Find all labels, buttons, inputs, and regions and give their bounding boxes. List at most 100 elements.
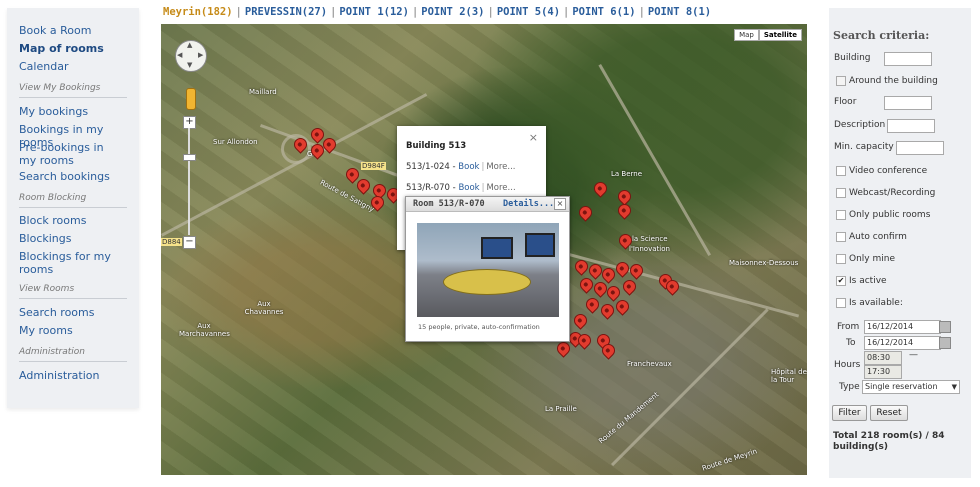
- map-type-satellite-button[interactable]: Satellite: [758, 29, 802, 41]
- room-pin[interactable]: [576, 203, 595, 222]
- only-public-rooms-checkbox[interactable]: [836, 210, 846, 220]
- room-pin[interactable]: [598, 301, 617, 320]
- room-preview-popup: Room 513/R-070 Details... × 15 people, p…: [405, 196, 570, 342]
- only-public-rooms-label: Only public rooms: [849, 210, 931, 220]
- nav-calendar[interactable]: Calendar: [7, 60, 76, 73]
- pan-down-icon[interactable]: ▼: [187, 61, 192, 69]
- room-pin[interactable]: [613, 297, 632, 316]
- hours-label: Hours: [834, 360, 861, 370]
- close-icon[interactable]: ×: [529, 131, 538, 144]
- room-pin[interactable]: [583, 295, 602, 314]
- screen: [525, 233, 555, 257]
- book-link[interactable]: Book: [458, 162, 479, 172]
- nav-pre-bookings-in-my-rooms[interactable]: Pre-bookings in my rooms: [7, 141, 127, 167]
- tab-point-8[interactable]: POINT 8(1): [645, 6, 714, 18]
- nav-my-rooms[interactable]: My rooms: [7, 324, 81, 337]
- room-row: 513/1-024 - Book | More...: [406, 162, 516, 172]
- close-icon[interactable]: ×: [554, 198, 566, 210]
- street-view-pegman-icon[interactable]: [186, 88, 196, 110]
- zoom-slider-knob[interactable]: [183, 154, 196, 161]
- tab-separator: |: [487, 6, 494, 18]
- from-date-input[interactable]: 16/12/2014: [864, 320, 941, 334]
- hours-dash: —: [909, 350, 918, 360]
- search-title: Search criteria:: [833, 29, 930, 42]
- room-pin[interactable]: [591, 179, 610, 198]
- description-input[interactable]: [887, 119, 935, 133]
- around-building-checkbox[interactable]: [836, 76, 846, 86]
- room-pin[interactable]: [571, 311, 590, 330]
- zoom-out-button[interactable]: −: [183, 236, 196, 249]
- map-type-map-button[interactable]: Map: [734, 29, 759, 41]
- road-badge: D884: [161, 238, 182, 246]
- nav-administration[interactable]: Administration: [7, 369, 108, 382]
- video-conference-label: Video conference: [849, 166, 928, 176]
- around-building-label: Around the building: [849, 76, 938, 86]
- book-link[interactable]: Book: [458, 183, 479, 193]
- map-label: Aux Chavannes: [244, 300, 284, 316]
- tab-point-6[interactable]: POINT 6(1): [569, 6, 638, 18]
- room-pin[interactable]: [627, 261, 646, 280]
- pan-left-icon[interactable]: ◀: [177, 51, 182, 59]
- zoom-slider-track[interactable]: [188, 128, 190, 235]
- total-results: Total 218 room(s) / 84 building(s): [833, 431, 945, 452]
- room-row: 513/R-070 - Book | More...: [406, 183, 516, 193]
- auto-confirm-checkbox[interactable]: [836, 232, 846, 242]
- map-label: Maillard: [249, 88, 277, 96]
- to-date-input[interactable]: 16/12/2014: [864, 336, 941, 350]
- building-input[interactable]: [884, 52, 932, 66]
- description-label: Description: [834, 120, 886, 130]
- details-link[interactable]: Details...: [503, 199, 554, 209]
- location-tabs: Meyrin(182) | PREVESSIN(27) | POINT 1(12) | PO…: [160, 6, 714, 22]
- map-label: La Berne: [611, 170, 643, 178]
- nav-blockings[interactable]: Blockings: [7, 232, 80, 245]
- road-badge: D984F: [361, 162, 386, 170]
- map-label: Route du Mandement: [597, 390, 661, 446]
- nav-map-of-rooms[interactable]: Map of rooms: [7, 42, 112, 55]
- tab-point-5[interactable]: POINT 5(4): [494, 6, 563, 18]
- tab-prevessin[interactable]: PREVESSIN(27): [242, 6, 330, 18]
- tab-point-2[interactable]: POINT 2(3): [418, 6, 487, 18]
- tab-point-1[interactable]: POINT 1(12): [336, 6, 412, 18]
- calendar-icon[interactable]: [939, 337, 951, 349]
- more-link[interactable]: More...: [486, 162, 515, 172]
- nav-search-rooms[interactable]: Search rooms: [7, 306, 102, 319]
- is-available-checkbox[interactable]: [836, 298, 846, 308]
- section-view-my-bookings: View My Bookings: [19, 83, 101, 93]
- tab-meyrin[interactable]: Meyrin(182): [160, 6, 236, 18]
- conference-table: [443, 269, 531, 295]
- pan-right-icon[interactable]: ▶: [198, 51, 203, 59]
- divider: [19, 207, 127, 208]
- room-name: Room 513/R-070: [413, 199, 485, 209]
- reservation-type-value: Single reservation: [865, 382, 938, 391]
- is-active-checkbox[interactable]: ✔: [836, 276, 846, 286]
- dash: -: [449, 162, 459, 172]
- calendar-icon[interactable]: [939, 321, 951, 333]
- filter-button[interactable]: Filter: [832, 405, 867, 421]
- room-pin[interactable]: [615, 201, 634, 220]
- nav-search-bookings[interactable]: Search bookings: [7, 170, 118, 183]
- building-label: Building: [834, 53, 871, 63]
- is-active-label: Is active: [849, 276, 887, 286]
- nav-my-bookings[interactable]: My bookings: [7, 105, 96, 118]
- only-mine-checkbox[interactable]: [836, 254, 846, 264]
- pan-up-icon[interactable]: ▲: [187, 41, 192, 49]
- floor-input[interactable]: [884, 96, 932, 110]
- reservation-type-select[interactable]: Single reservation ▼: [862, 380, 960, 394]
- start-hour-input[interactable]: 08:30: [864, 351, 902, 365]
- search-criteria-panel: Search criteria: Building Around the bui…: [829, 8, 971, 478]
- screen: [481, 237, 513, 259]
- nav-blockings-for-my-rooms[interactable]: Blockings for my rooms: [7, 250, 127, 276]
- reset-button[interactable]: Reset: [870, 405, 908, 421]
- nav-book-a-room[interactable]: Book a Room: [7, 24, 99, 37]
- more-link[interactable]: More...: [486, 183, 515, 193]
- road: [598, 64, 711, 257]
- video-conference-checkbox[interactable]: [836, 166, 846, 176]
- type-label: Type: [839, 382, 860, 392]
- webcast-recording-checkbox[interactable]: [836, 188, 846, 198]
- capacity-input[interactable]: [896, 141, 944, 155]
- nav-block-rooms[interactable]: Block rooms: [7, 214, 94, 227]
- divider: [19, 97, 127, 98]
- map-label: Maisonnex-Dessous: [729, 259, 799, 267]
- end-hour-input[interactable]: 17:30: [864, 365, 902, 379]
- pan-control[interactable]: ▲ ◀ ▶ ▼: [175, 40, 207, 72]
